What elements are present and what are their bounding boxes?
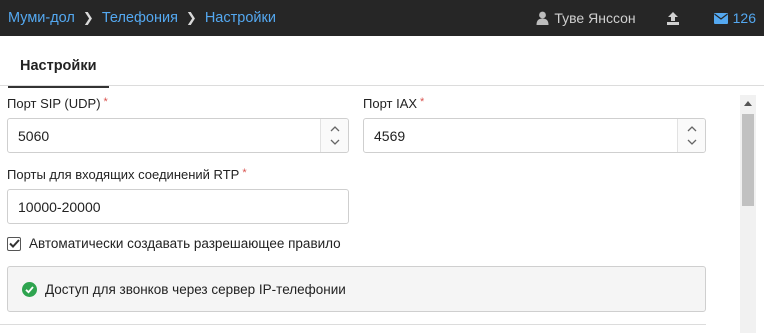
iax-port-label-text: Порт IAX [363, 96, 418, 111]
mail-count: 126 [732, 10, 756, 26]
required-mark: * [420, 96, 425, 108]
iax-port-input[interactable] [374, 128, 654, 144]
chevron-down-icon[interactable] [330, 139, 340, 146]
rtp-ports-label-text: Порты для входящих соединений RTP [7, 167, 240, 182]
sip-port-label: Порт SIP (UDP) * [7, 96, 108, 111]
rtp-ports-field[interactable] [7, 189, 349, 224]
chevron-right-icon: ❯ [82, 10, 94, 25]
messages-button[interactable]: 126 [713, 10, 756, 26]
envelope-icon [713, 12, 728, 24]
sip-port-input[interactable] [18, 128, 298, 144]
upload-button[interactable] [666, 11, 680, 25]
auto-rule-label: Автоматически создавать разрешающее прав… [29, 236, 341, 251]
chevron-up-icon[interactable] [330, 125, 340, 132]
chevron-down-icon[interactable] [687, 139, 697, 146]
iax-port-stepper[interactable] [677, 119, 705, 152]
scroll-up-button[interactable] [740, 95, 756, 111]
required-mark: * [103, 96, 108, 108]
breadcrumb-item-home[interactable]: Муми-дол [8, 10, 75, 26]
tab-settings[interactable]: Настройки [8, 58, 109, 88]
breadcrumb-item-settings[interactable]: Настройки [205, 10, 276, 26]
iax-port-label: Порт IAX * [363, 96, 424, 111]
info-message-box: Доступ для звонков через сервер IP-телеф… [7, 266, 706, 312]
required-mark: * [242, 167, 247, 179]
auto-rule-checkbox[interactable] [7, 236, 21, 251]
checkmark-icon [8, 239, 20, 248]
sip-port-stepper[interactable] [320, 119, 348, 152]
chevron-right-icon: ❯ [185, 10, 197, 25]
check-circle-icon [22, 281, 37, 297]
triangle-up-icon [744, 100, 752, 106]
tab-bar: Настройки [0, 36, 764, 88]
header-actions: Туве Янссон 126 [536, 0, 756, 36]
scrollbar-thumb[interactable] [742, 114, 754, 206]
user-name: Туве Янссон [554, 10, 636, 26]
rtp-ports-label: Порты для входящих соединений RTP * [7, 167, 247, 182]
breadcrumb-item-telephony[interactable]: Телефония [102, 10, 178, 26]
info-message-text: Доступ для звонков через сервер IP-телеф… [45, 281, 346, 297]
sip-port-label-text: Порт SIP (UDP) [7, 96, 101, 111]
chevron-up-icon[interactable] [687, 125, 697, 132]
breadcrumb: Муми-дол ❯ Телефония ❯ Настройки [8, 0, 276, 36]
user-icon [536, 11, 549, 25]
rtp-ports-input[interactable] [18, 199, 298, 215]
upload-icon [666, 12, 679, 25]
divider [0, 324, 706, 325]
user-menu[interactable]: Туве Янссон [536, 10, 636, 26]
iax-port-field[interactable] [363, 118, 706, 153]
top-bar: Муми-дол ❯ Телефония ❯ Настройки Туве Ян… [0, 0, 764, 36]
sip-port-field[interactable] [7, 118, 349, 153]
auto-rule-checkbox-row[interactable]: Автоматически создавать разрешающее прав… [7, 236, 341, 251]
